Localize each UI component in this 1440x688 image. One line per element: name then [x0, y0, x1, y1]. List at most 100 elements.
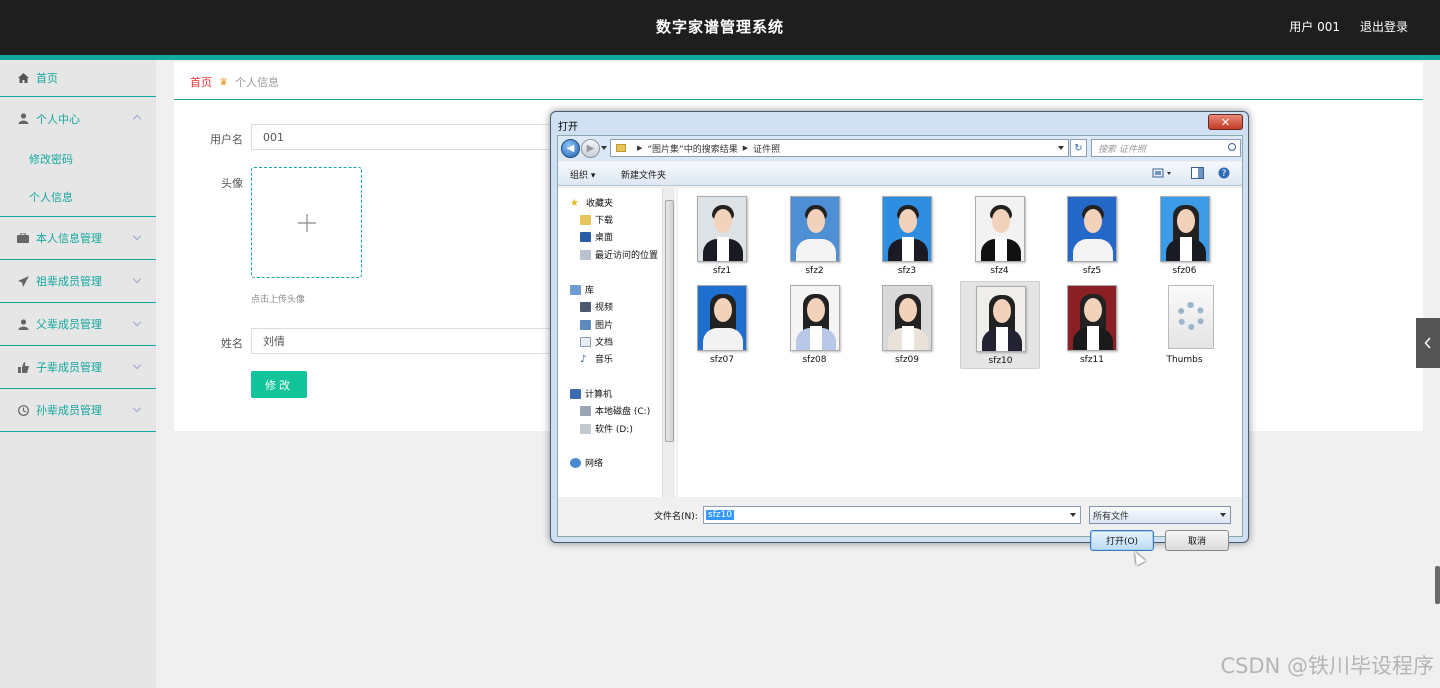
- address-bar[interactable]: ▶ “图片集”中的搜索结果 ▶ 证件照: [610, 139, 1069, 157]
- tree-label: 库: [585, 286, 595, 296]
- dialog-body: ◀ ▶ ▶ “图片集”中的搜索结果 ▶ 证件照 ↻ 搜索 证件照 组织 ▾ 新建…: [557, 135, 1243, 566]
- help-icon[interactable]: ?: [1218, 167, 1232, 179]
- tree-label: 图片: [595, 321, 614, 331]
- file-item[interactable]: sfz08: [775, 281, 855, 369]
- tree-item-documents[interactable]: 文档: [580, 335, 613, 348]
- user-icon: [17, 318, 29, 330]
- thumbnail-face: [714, 209, 732, 233]
- cancel-button[interactable]: 取消: [1165, 530, 1229, 551]
- sidebar-subitem-personal-info[interactable]: 个人信息: [0, 178, 156, 216]
- tree-label: 下载: [595, 216, 614, 226]
- chevron-down-icon[interactable]: [1070, 513, 1076, 517]
- tree-item-computer[interactable]: 计算机: [570, 387, 612, 400]
- filename-value: sfz10: [706, 510, 735, 520]
- file-item[interactable]: sfz1: [682, 192, 762, 280]
- open-button[interactable]: 打开(O): [1090, 530, 1154, 551]
- chevron-down-icon: [132, 231, 142, 241]
- refresh-button[interactable]: ↻: [1070, 139, 1087, 157]
- file-item[interactable]: sfz11: [1052, 281, 1132, 369]
- sidebar-item-home[interactable]: 首页: [0, 60, 156, 97]
- sidebar-item-personal-center[interactable]: 个人中心: [0, 97, 156, 140]
- preview-pane-icon[interactable]: [1191, 167, 1205, 179]
- desktop-icon: [580, 231, 591, 242]
- sidebar-item-label: 子辈成员管理: [36, 361, 102, 374]
- file-name: Thumbs: [1166, 355, 1203, 365]
- tree-item-desktop[interactable]: 桌面: [580, 230, 613, 243]
- tree-label: 文档: [595, 338, 614, 348]
- tree-item-libraries[interactable]: 库: [570, 283, 594, 296]
- new-folder-button[interactable]: 新建文件夹: [621, 168, 666, 181]
- thumbnail-face: [992, 299, 1011, 323]
- tree-scrollbar[interactable]: [662, 188, 675, 497]
- sidebar-item-self-info[interactable]: 本人信息管理: [0, 217, 156, 260]
- sidebar-item-parents[interactable]: 父辈成员管理: [0, 303, 156, 346]
- close-button[interactable]: ✕: [1208, 114, 1243, 130]
- back-button[interactable]: ◀: [561, 139, 580, 158]
- breadcrumb-home[interactable]: 首页: [190, 74, 212, 90]
- avatar-label: 头像: [221, 177, 243, 190]
- username-field[interactable]: 001: [251, 124, 561, 150]
- file-item[interactable]: sfz5: [1052, 192, 1132, 280]
- file-name: sfz07: [709, 355, 735, 365]
- photo-thumbnail: [1159, 196, 1210, 262]
- dialog-footer: 文件名(N): sfz10 所有文件 打开(O) 取消: [558, 497, 1242, 566]
- tree-item-network[interactable]: 网络: [570, 456, 603, 469]
- avatar-uploader[interactable]: [251, 167, 362, 278]
- filetype-value: 所有文件: [1093, 511, 1130, 522]
- history-dropdown[interactable]: [601, 146, 607, 150]
- computer-icon: [570, 388, 581, 399]
- file-open-dialog: 打开 ✕ ◀ ▶ ▶ “图片集”中的搜索结果 ▶ 证件照 ↻ 搜索 证件照 组织…: [550, 111, 1249, 566]
- file-item[interactable]: sfz3: [867, 192, 947, 280]
- tree-item-favorites[interactable]: ★ 收藏夹: [570, 196, 613, 210]
- filetype-select[interactable]: 所有文件: [1089, 506, 1231, 524]
- view-menu-icon[interactable]: [1152, 167, 1171, 179]
- name-label: 姓名: [221, 337, 243, 350]
- file-item[interactable]: sfz07: [682, 281, 762, 369]
- file-item[interactable]: sfz2: [775, 192, 855, 280]
- sidebar-item-grandparents[interactable]: 祖辈成员管理: [0, 260, 156, 303]
- file-item[interactable]: sfz10: [959, 281, 1040, 369]
- home-icon: [17, 72, 29, 84]
- path-segment[interactable]: “图片集”中的搜索结果: [647, 142, 737, 155]
- thumbnail-shirt: [809, 326, 822, 350]
- mouse-cursor-icon: [1130, 549, 1146, 566]
- thumbnail-shirt: [1179, 237, 1192, 261]
- logout-link[interactable]: 退出登录: [1360, 18, 1408, 35]
- file-item[interactable]: sfz09: [867, 281, 947, 369]
- search-input[interactable]: 搜索 证件照: [1091, 139, 1241, 157]
- tree-item-local-disk[interactable]: 本地磁盘 (C:): [580, 404, 650, 417]
- name-field[interactable]: 刘倩: [251, 328, 561, 354]
- tree-item-pictures[interactable]: 图片: [580, 318, 613, 331]
- sidebar-group-personal-center: 个人中心 修改密码 个人信息: [0, 97, 156, 217]
- photo-thumbnail: [1067, 285, 1117, 351]
- sidebar-item-grandchildren[interactable]: 孙辈成员管理: [0, 389, 156, 432]
- tree-item-recent[interactable]: 最近访问的位置: [580, 248, 658, 261]
- chevron-up-icon: [132, 114, 142, 124]
- tree-item-software-disk[interactable]: 软件 (D:): [580, 422, 633, 435]
- tree-item-videos[interactable]: 视频: [580, 300, 613, 313]
- file-item[interactable]: Thumbs: [1145, 281, 1225, 369]
- thumbnail-body: [795, 239, 836, 261]
- side-panel-toggle[interactable]: [1416, 318, 1440, 368]
- path-segment[interactable]: 证件照: [753, 142, 780, 155]
- file-name: sfz4: [990, 266, 1009, 276]
- organize-button[interactable]: 组织 ▾: [570, 168, 595, 181]
- sidebar-item-children[interactable]: 子辈成员管理: [0, 346, 156, 389]
- forward-button[interactable]: ▶: [581, 139, 600, 158]
- modify-button[interactable]: 修改: [251, 371, 307, 398]
- tree-item-music[interactable]: ♪ 音乐: [580, 352, 613, 366]
- thumbnail-face: [1176, 209, 1195, 233]
- photo-thumbnail: [975, 286, 1026, 352]
- path-arrow-icon: ▶: [637, 144, 643, 152]
- file-name: sfz1: [712, 266, 732, 276]
- file-item[interactable]: sfz4: [960, 192, 1040, 280]
- address-row: ◀ ▶ ▶ “图片集”中的搜索结果 ▶ 证件照 ↻ 搜索 证件照: [558, 136, 1242, 161]
- dialog-toolbar: 组织 ▾ 新建文件夹 ?: [558, 162, 1242, 186]
- sidebar-subitem-change-password[interactable]: 修改密码: [0, 140, 156, 178]
- page-scrollbar[interactable]: [1435, 566, 1440, 604]
- filename-input[interactable]: sfz10: [703, 506, 1081, 524]
- sidebar-item-label: 孙辈成员管理: [36, 404, 102, 417]
- file-item[interactable]: sfz06: [1145, 192, 1225, 280]
- tree-scroll-thumb[interactable]: [665, 200, 674, 442]
- tree-item-downloads[interactable]: 下载: [580, 213, 613, 226]
